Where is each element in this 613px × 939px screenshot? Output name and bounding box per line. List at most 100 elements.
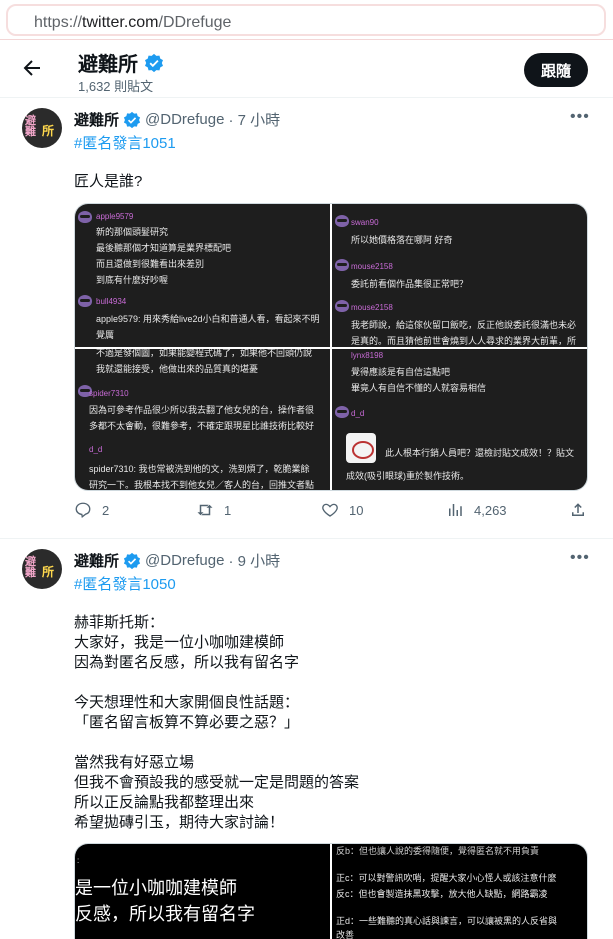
profile-header: 避難所 1,632 則貼文: [0, 40, 613, 98]
avatar[interactable]: 避難所: [22, 108, 62, 148]
reply-count: 2: [102, 502, 110, 518]
media-image-4[interactable]: lynx8198 覺得應該是有自信這點吧 畢竟人有自信不懂的人就容易相信 d_d…: [332, 349, 587, 490]
chat-line: bull4934: [96, 297, 127, 306]
chat-line: 而且還做到很難看出來差別: [96, 259, 205, 269]
tweet[interactable]: 避難所 避難所 @DDrefuge · 9 小時 ••• #匿名發言1050 赫…: [0, 540, 613, 939]
anon-mask-icon: [335, 300, 349, 312]
tweet-time[interactable]: · 9 小時: [228, 550, 280, 571]
author-name[interactable]: 避難所: [74, 550, 119, 571]
chat-line: spider7310: [89, 389, 129, 398]
media-image-2[interactable]: swan90 所以她價格落在哪阿 好奇 mouse2158 委託前看個作品集很正…: [332, 204, 587, 347]
more-options-icon[interactable]: •••: [570, 549, 590, 567]
chat-line: d_d: [351, 409, 365, 418]
chat-line: 此人根本行銷人員吧？還檢討貼文成效！？貼文: [385, 448, 575, 458]
tweet-media-grid[interactable]: apple9579 新的那個頭髮研究 最後聽那個才知道算是業界標配吧 而且還做到…: [74, 203, 588, 491]
chat-line: swan90: [351, 218, 379, 227]
reply-icon: [75, 502, 91, 518]
chat-line: 是真的。而且猜他前世會燒到人人尋求的業界大前輩，所: [351, 336, 577, 346]
profile-title: 避難所: [78, 48, 164, 77]
tweet-text-line: 希望拋磚引玉，期待大家討論！: [74, 814, 285, 831]
back-arrow-icon[interactable]: [20, 56, 44, 80]
heart-icon: [322, 503, 338, 517]
retweet-button[interactable]: 1: [196, 501, 231, 519]
tweet-text-line: 所以正反論點我都整理出來: [74, 794, 255, 811]
image-text-line: 是一位小咖咖建模師: [75, 878, 237, 898]
chat-line: 我老師說，給這傢伙留口飯吃，反正他說委託很滿也未必: [351, 320, 577, 330]
chat-line: 委託前看個作品集很正常吧？: [351, 279, 469, 289]
media-image-1[interactable]: : 是一位小咖咖建模師 反感，所以我有留名字: [75, 844, 330, 939]
chat-line: spider7310: 我也常被洗到他的文，洗到煩了，乾脆業餘: [89, 464, 310, 474]
image-text-line: 改善: [336, 930, 355, 939]
tweet-actions: 2 1 10 4,263: [0, 501, 613, 525]
dot-mark: :: [77, 856, 80, 865]
image-text-line: 正c：可以對警訊吹哨，提醒大家小心怪人或該注意什麼: [336, 873, 557, 883]
chat-line: apple9579: 用來秀給live2d小白和普通人看，看起來不明: [96, 314, 320, 324]
tweet-header: 避難所 @DDrefuge · 9 小時: [74, 550, 280, 571]
tweet-text-line: 因為對匿名反感，所以我有留名字: [74, 654, 300, 671]
sticker-image: [346, 433, 376, 463]
chat-line: 新的那個頭髮研究: [96, 227, 169, 237]
image-text-line: 反b：但也讓人說的委得隨便，覺得匿名就不用負責: [336, 846, 540, 856]
chat-line: mouse2158: [351, 303, 393, 312]
tweet[interactable]: 避難所 避難所 @DDrefuge · 7 小時 ••• #匿名發言1051 匠…: [0, 99, 613, 539]
author-name[interactable]: 避難所: [74, 109, 119, 130]
tweet-text-line: 「匿名留言板算不算必要之惡？」: [74, 714, 300, 731]
browser-address-bar: https://twitter.com/DDrefuge: [0, 0, 613, 40]
chat-line: 到底有什麼好吵喔: [96, 275, 169, 285]
chat-line: 不過是發個圖，如果能變程式碼了，如果他不回頭仍說: [96, 349, 313, 358]
chat-line: d_d: [89, 445, 103, 454]
post-count: 1,632 則貼文: [78, 79, 154, 94]
chat-line: 最後聽那個才知道算是業界標配吧: [96, 243, 232, 253]
author-handle[interactable]: @DDrefuge: [145, 552, 224, 569]
author-handle[interactable]: @DDrefuge: [145, 111, 224, 128]
tweet-text-line: 今天想理性和大家開個良性話題：: [74, 694, 300, 711]
tweet-text-line: 當然我有好惡立場: [74, 754, 195, 771]
chat-line: 多都不太會動，很難參考，不確定跟現星比誰技術比較好: [89, 421, 315, 431]
image-text-line: 反c：但也會製造抹黑攻擊，放大他人缺點，網路霸凌: [336, 889, 548, 899]
media-image-1[interactable]: apple9579 新的那個頭髮研究 最後聽那個才知道算是業界標配吧 而且還做到…: [75, 204, 330, 347]
follow-button[interactable]: 跟隨: [524, 53, 588, 87]
share-icon: [572, 503, 584, 516]
verified-badge-icon: [123, 552, 141, 569]
chat-line: mouse2158: [351, 262, 393, 271]
media-image-2[interactable]: 反b：但也讓人說的委得隨便，覺得匿名就不用負責 正c：可以對警訊吹哨，提醒大家小…: [332, 844, 587, 939]
tweet-text-line: 但我不會預設我的感受就一定是問題的答案: [74, 774, 360, 791]
retweet-icon: [197, 504, 213, 516]
tweet-text-line: 赫菲斯托斯：: [74, 614, 165, 631]
chat-line: 因為可參考作品很少所以我去翻了他女兒的台，操作者很: [89, 405, 315, 415]
views-chart-icon: [449, 504, 462, 516]
chat-line: 成效(吸引眼球)重於製作技術。: [346, 471, 469, 481]
like-count: 10: [349, 502, 364, 518]
views-button[interactable]: 4,263: [446, 501, 507, 519]
media-image-3[interactable]: 不過是發個圖，如果能變程式碼了，如果他不回頭仍說 我就還能接受，他做出來的品質真…: [75, 349, 330, 490]
tweet-text-line: 大家好，我是一位小咖咖建模師: [74, 634, 285, 651]
image-text-line: 反感，所以我有留名字: [75, 904, 255, 924]
chat-line: 覺得應該是有自信這點吧: [351, 367, 451, 377]
tweet-time[interactable]: · 7 小時: [228, 109, 280, 130]
avatar[interactable]: 避難所: [22, 549, 62, 589]
url-text: https://twitter.com/DDrefuge: [34, 14, 232, 31]
anon-mask-icon: [78, 295, 92, 307]
verified-badge-icon: [145, 53, 163, 72]
chat-line: apple9579: [96, 212, 134, 221]
hashtag-link[interactable]: #匿名發言1051: [74, 132, 176, 153]
anon-mask-icon: [78, 211, 92, 223]
chat-line: 覺厲: [96, 330, 115, 340]
tweet-text: 匠人是誰?: [74, 173, 143, 190]
tweet-media-grid[interactable]: : 是一位小咖咖建模師 反感，所以我有留名字 反b：但也讓人說的委得隨便，覺得匿…: [74, 843, 588, 939]
tweet-header: 避難所 @DDrefuge · 7 小時: [74, 109, 280, 130]
chat-line: 我就還能接受，他做出來的品質真的堪憂: [96, 364, 259, 374]
image-text-line: 正d：一些難聽的真心話與諫言，可以讓被黑的人反省與: [336, 916, 558, 926]
anon-mask-icon: [335, 259, 349, 271]
share-button[interactable]: [569, 501, 587, 519]
reply-button[interactable]: 2: [74, 501, 109, 519]
hashtag-link[interactable]: #匿名發言1050: [74, 573, 176, 594]
anon-mask-icon: [335, 406, 349, 418]
url-field[interactable]: https://twitter.com/DDrefuge: [6, 4, 606, 36]
chat-line: 畢竟人有自信不懂的人就容易相信: [351, 383, 487, 393]
chat-line: 研究一下。我根本找不到他女兒／客人的台，回推文者點: [89, 480, 315, 490]
like-button[interactable]: 10: [321, 501, 363, 519]
chat-line: lynx8198: [351, 351, 384, 360]
views-count: 4,263: [474, 502, 507, 518]
more-options-icon[interactable]: •••: [570, 108, 590, 126]
